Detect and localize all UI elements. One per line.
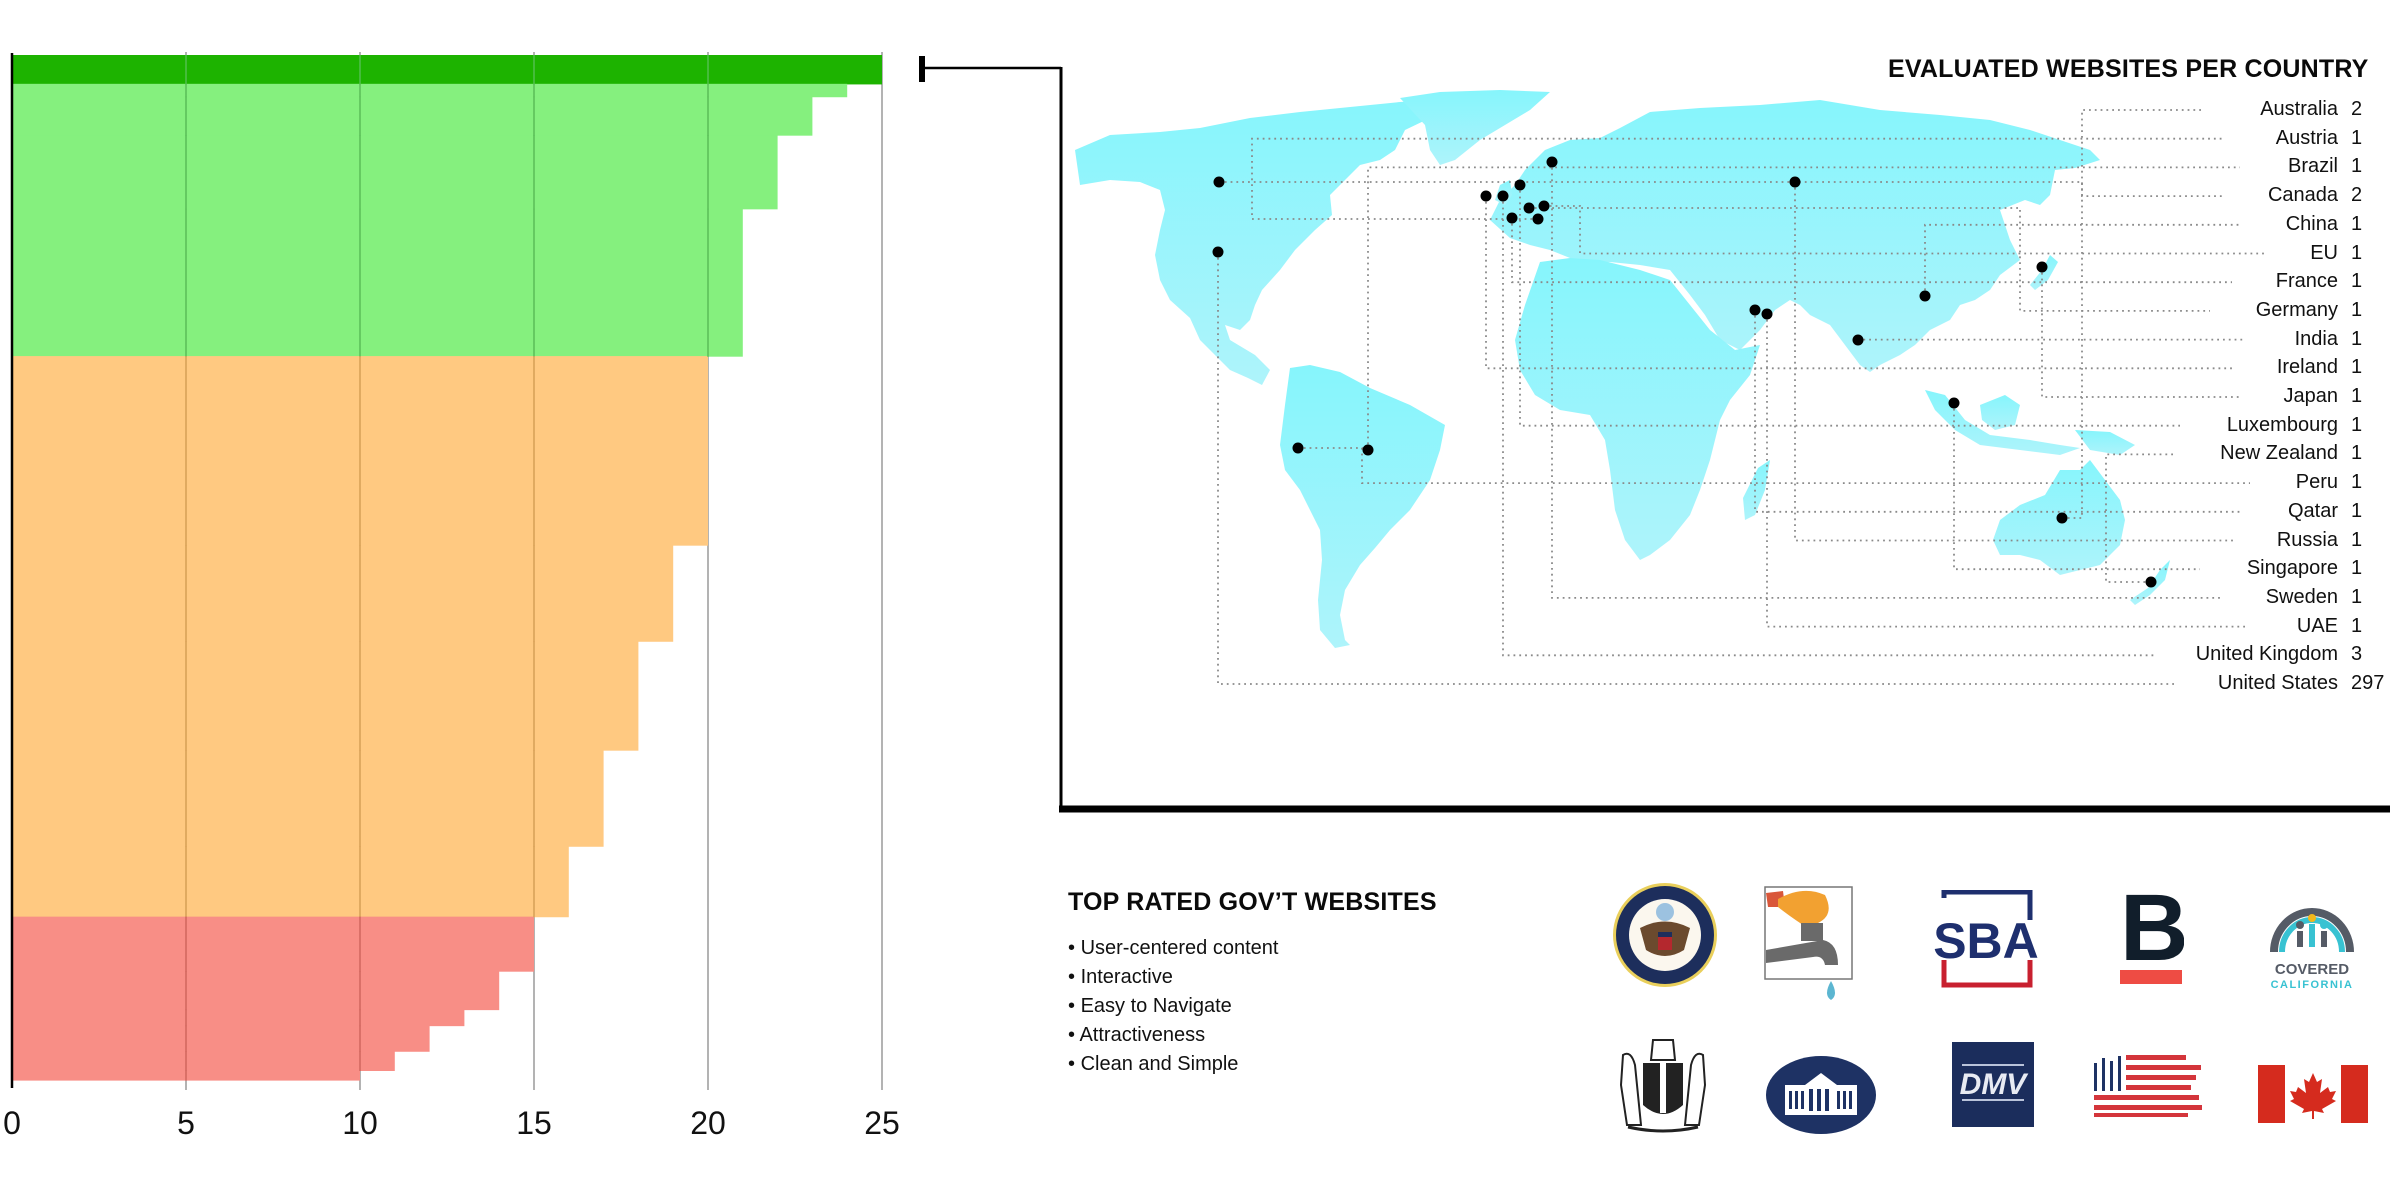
country-dot (1362, 444, 1374, 456)
new-zealand-coat-of-arms (1619, 1039, 1707, 1133)
criteria-item: Easy to Navigate (1068, 992, 1278, 1021)
leader-line (1766, 314, 2248, 628)
country-count: 1 (2351, 585, 2363, 608)
japan-shape (2030, 255, 2058, 290)
country-label: Qatar (2287, 499, 2338, 522)
country-label: France (2275, 270, 2338, 293)
south-america-shape (1280, 365, 1445, 648)
canada-flag (2258, 1065, 2368, 1123)
country-count: 1 (2351, 126, 2363, 149)
country-count: 3 (2351, 643, 2363, 666)
country-label: Luxembourg (2226, 413, 2338, 436)
country-count: 1 (2351, 241, 2363, 264)
criteria-item: Clean and Simple (1068, 1050, 1278, 1079)
country-count: 1 (2351, 499, 2363, 522)
country-count: 1 (2351, 155, 2363, 178)
leader-line (1298, 447, 2250, 484)
us-department-of-state-seal (1613, 883, 1717, 987)
country-dot (1523, 202, 1535, 214)
world-map (1075, 90, 2265, 685)
country-count: 1 (2351, 356, 2363, 379)
map-title: EVALUATED WEBSITES PER COUNTRY (1888, 55, 2369, 83)
country-label: Japan (2283, 385, 2339, 407)
greenland-shape (1400, 90, 1550, 165)
country-dot (1852, 334, 1864, 346)
country-label: Singapore (2246, 557, 2338, 580)
country-count: 1 (2351, 528, 2363, 551)
usa-flag-bars-logo (2094, 1055, 2202, 1117)
new-guinea-shape (2075, 430, 2135, 455)
country-count: 1 (2351, 557, 2363, 580)
country-label: United Kingdom (2195, 643, 2338, 666)
water-tap-logo (1764, 886, 1853, 1000)
country-count: 1 (2351, 385, 2363, 407)
country-label: Sweden (2265, 585, 2338, 608)
country-dot (2056, 512, 2068, 524)
white-house-logo (1766, 1056, 1876, 1134)
country-label: Germany (2255, 298, 2338, 321)
country-dot (1506, 212, 1518, 224)
country-count: 297 (2351, 672, 2385, 694)
dmv-logo-text: DMV (1960, 1068, 2030, 1101)
sba-logo-text: SBA (1933, 913, 2039, 969)
country-dot (1919, 290, 1931, 302)
country-count: 1 (2351, 298, 2363, 321)
country-count: 1 (2351, 270, 2363, 293)
criteria-item: Interactive (1068, 963, 1278, 992)
country-dot (1749, 304, 1761, 316)
country-dot (2036, 261, 2048, 273)
country-dot (1514, 179, 1526, 191)
country-dot (1948, 397, 1960, 409)
criteria-item: User-centered content (1068, 934, 1279, 963)
criteria-list: User-centered content Interactive Easy t… (1068, 934, 1278, 1079)
sba-logo: SBA (1933, 890, 2039, 988)
country-label: Russia (2276, 528, 2338, 551)
country-dot (1213, 176, 1225, 188)
country-dot (2145, 576, 2157, 588)
leader-line (2041, 267, 2240, 398)
covered-california-logo: COVERED CALIFORNIA (2270, 908, 2354, 991)
country-count: 1 (2351, 442, 2363, 465)
country-label: EU (2310, 241, 2338, 264)
b-logo: B (2120, 888, 2184, 984)
country-label: Peru (2295, 471, 2338, 494)
dmv-logo: DMV (1952, 1042, 2034, 1127)
b-logo-text: B (2120, 888, 2184, 981)
country-count: 1 (2351, 471, 2363, 494)
country-dot (1212, 246, 1224, 258)
country-dot (1497, 190, 1509, 202)
country-label: United States (2217, 672, 2338, 694)
country-dot (1761, 308, 1773, 320)
criteria-item: Attractiveness (1068, 1021, 1278, 1050)
country-dot (1538, 200, 1550, 212)
country-dot (1480, 190, 1492, 202)
country-label: Austria (2275, 126, 2338, 149)
borneo-shape (1980, 395, 2020, 430)
top-rated-title: TOP RATED GOV’T WEBSITES (1068, 888, 1437, 916)
covered-text: COVERED (2275, 961, 2349, 978)
country-label: India (2294, 327, 2338, 350)
country-count: 1 (2351, 614, 2363, 637)
country-dot (1789, 176, 1801, 188)
country-count: 1 (2351, 212, 2363, 235)
country-count: 1 (2351, 327, 2363, 350)
country-label: UAE (2296, 614, 2338, 637)
country-label: Ireland (2276, 356, 2338, 379)
country-label: Brazil (2287, 155, 2338, 178)
country-label: Canada (2267, 184, 2338, 207)
north-america-shape (1075, 96, 1490, 385)
country-dot (1546, 156, 1558, 168)
country-count: 1 (2351, 413, 2363, 436)
country-dot (1532, 213, 1544, 225)
leader-line (2062, 109, 2205, 519)
country-count: 2 (2351, 184, 2363, 207)
country-label: China (2285, 212, 2338, 235)
california-text: CALIFORNIA (2271, 979, 2354, 991)
country-label: Australia (2260, 98, 2338, 120)
country-dot (1292, 442, 1304, 454)
country-count: 2 (2351, 98, 2363, 120)
country-label: New Zealand (2220, 442, 2338, 465)
